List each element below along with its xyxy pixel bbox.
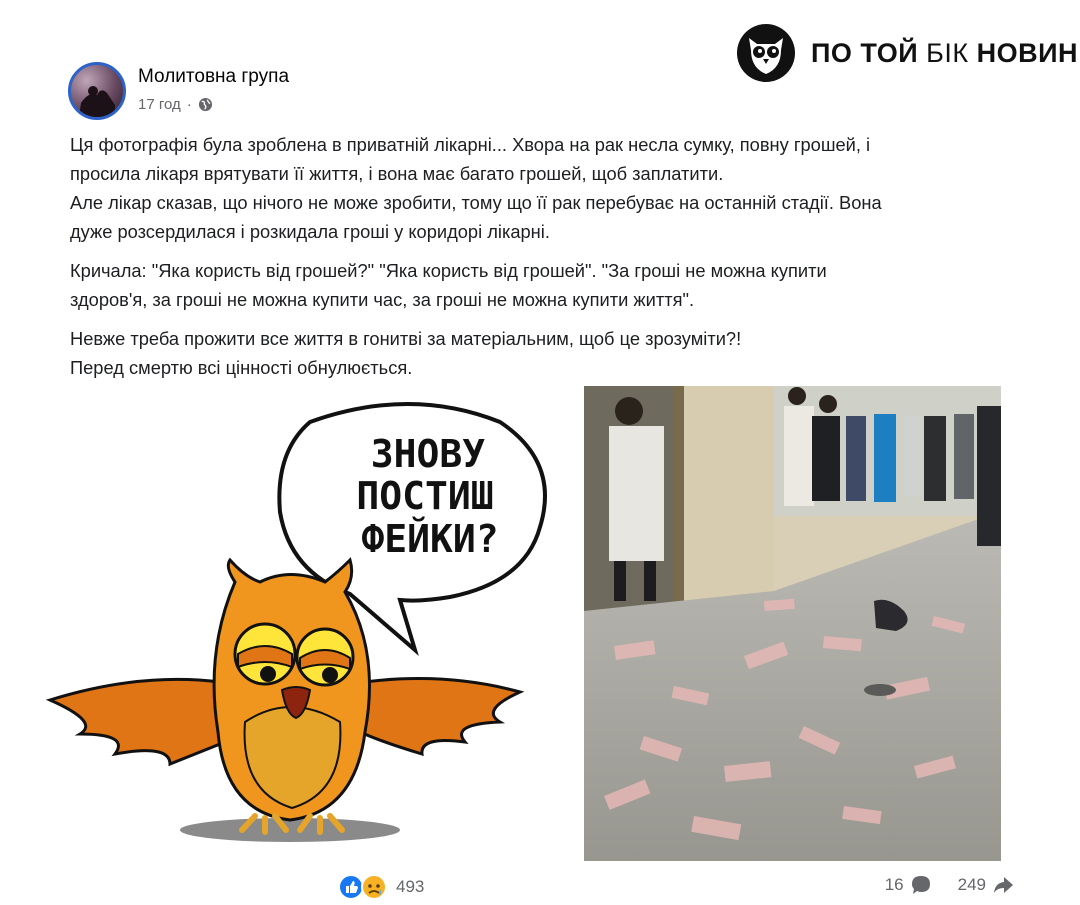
globe-icon[interactable] [198, 97, 213, 112]
bubble-line: ЗНОВУ [371, 432, 486, 476]
owl-shadow [180, 818, 400, 842]
reactions-summary[interactable]: 493 [338, 874, 424, 900]
comments-count[interactable]: 16 [885, 875, 904, 895]
group-avatar[interactable] [68, 62, 126, 120]
shares-count[interactable]: 249 [958, 875, 986, 895]
avatar-image [79, 86, 115, 117]
bubble-line: ФЕЙКИ? [361, 517, 498, 561]
post-line: здоров'я, за гроші не можна купити час, … [70, 289, 695, 310]
group-name[interactable]: Молитовна група [138, 66, 289, 88]
post-line: Перед смертю всі цінності обнулюється. [70, 357, 413, 378]
floor-drain [864, 684, 896, 696]
post-line: дуже розсердилася і розкидала гроші у ко… [70, 221, 550, 242]
post-line: Але лікар сказав, що нічого не може зроб… [70, 192, 882, 213]
owl-pupil [260, 666, 276, 682]
post-footer: 493 16 249 [0, 868, 1080, 905]
post-paragraph: Невже треба прожити все життя в гонитві … [70, 324, 1020, 382]
comment-icon[interactable] [910, 874, 932, 896]
reaction-icons [338, 874, 387, 900]
meta-separator: · [186, 96, 192, 113]
owl-right-wing [348, 677, 525, 757]
post-paragraph: Ця фотографія була зроблена в приватній … [70, 130, 1020, 246]
post-meta: 17 год · [138, 96, 213, 113]
owl-cartoon: ЗНОВУ ПОСТИШ ФЕЙКИ? [20, 392, 565, 847]
brand-name-light: БІК [926, 37, 969, 68]
owl-illustration: ЗНОВУ ПОСТИШ ФЕЙКИ? [45, 402, 547, 842]
brand-name: ПО ТОЙ БІК НОВИН [811, 38, 1078, 69]
hospital-photo[interactable] [584, 386, 1001, 861]
brand-logo: ПО ТОЙ БІК НОВИН [735, 22, 1078, 84]
post-time[interactable]: 17 год [138, 96, 181, 113]
share-icon[interactable] [992, 874, 1014, 896]
owl-pupil [322, 667, 338, 683]
reactions-count: 493 [396, 877, 425, 896]
post-line: Ця фотографія була зроблена в приватній … [70, 134, 871, 155]
post-paragraph: Кричала: "Яка користь від грошей?" "Яка … [70, 256, 1020, 314]
post-line: Кричала: "Яка користь від грошей?" "Яка … [70, 260, 827, 281]
brand-name-part: ПО ТОЙ [811, 37, 919, 68]
owl-left-wing [45, 677, 227, 767]
post-line: Невже треба прожити все життя в гонитві … [70, 328, 742, 349]
post-line: просила лікаря врятувати її життя, і вон… [70, 163, 724, 184]
owl-logo-icon [737, 24, 795, 82]
sad-reaction-icon [361, 874, 387, 900]
bubble-line: ПОСТИШ [356, 474, 493, 518]
brand-name-part: НОВИН [976, 37, 1079, 68]
post-text: Ця фотографія була зроблена в приватній … [70, 130, 1020, 392]
hospital-photo-image [584, 386, 1001, 861]
engagement-stats: 16 249 [885, 874, 1014, 896]
